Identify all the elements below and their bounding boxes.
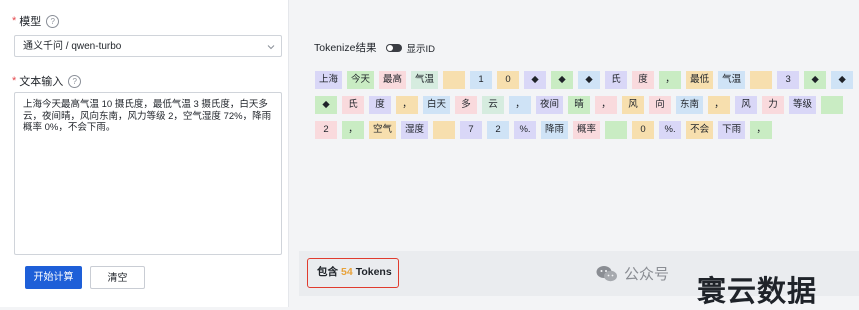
token-count-value: 54 (341, 266, 353, 278)
token-chip: ◆ (315, 96, 337, 114)
model-label: 模型 (19, 16, 42, 28)
text-input-area[interactable]: 上海今天最高气温 10 摄氏度，最低气温 3 摄氏度，白天多云，夜间晴，风向东南… (14, 92, 282, 255)
token-count-prefix: 包含 (317, 266, 338, 278)
token-chip: 0 (497, 71, 520, 89)
text-input-label: 文本输入 (19, 76, 64, 88)
tokenize-title: Tokenize结果 (314, 42, 377, 54)
token-chip (821, 96, 844, 114)
chevron-down-icon (267, 45, 275, 50)
token-chip: 概率 (573, 121, 601, 139)
token-chip: ◆ (831, 71, 854, 89)
token-chip: ◆ (804, 71, 827, 89)
token-count-box: 包含 54 Tokens (307, 258, 399, 288)
token-chip (443, 71, 466, 89)
token-chip: 空气 (369, 121, 397, 139)
token-chip: ， (595, 96, 618, 114)
token-chip: 风 (735, 96, 758, 114)
token-count-suffix: Tokens (355, 266, 392, 278)
token-chip: 1 (470, 71, 493, 89)
tokenize-panel: Tokenize结果 显示ID 上海 今天 最高 气温 1 0 ◆ ◆ ◆ 氏度，最低 气温 3 ◆ ◆ … (299, 13, 859, 249)
token-chip: 2 (487, 121, 510, 139)
token-chip: ◆ (578, 71, 601, 89)
token-chip: ， (509, 96, 532, 114)
token-chip: 等级 (789, 96, 817, 114)
watermark-brand: 寰云数据 (697, 274, 818, 308)
token-chip: 2 (315, 121, 337, 139)
clear-button[interactable]: 清空 (90, 266, 145, 289)
token-row-1: 上海 今天 最高 气温 1 0 ◆ ◆ ◆ 氏度，最低 气温 3 ◆ ◆ (315, 71, 854, 89)
token-chip: 度 (369, 96, 391, 114)
token-chip: 度 (632, 71, 655, 89)
token-chip: 力 (762, 96, 785, 114)
token-chip: 湿度 (401, 121, 429, 139)
token-chip: 夜间 (536, 96, 564, 114)
token-chip: ◆ (551, 71, 574, 89)
token-chip: 云 (482, 96, 505, 114)
token-chip: 晴 (568, 96, 591, 114)
token-chip: 风 (622, 96, 645, 114)
start-calculate-button[interactable]: 开始计算 (25, 266, 82, 289)
token-chip: 气温 (718, 71, 746, 89)
model-select[interactable]: 通义千问 / qwen-turbo (14, 35, 282, 57)
tokenize-header: Tokenize结果 显示ID (314, 40, 435, 55)
token-chip: 白天 (423, 96, 451, 114)
token-chip: 氏 (605, 71, 628, 89)
wechat-icon (596, 265, 617, 281)
required-mark: * (12, 75, 17, 87)
token-chip: 上海 (315, 71, 343, 89)
text-label-row: * 文本输入 ? (12, 73, 82, 89)
help-icon[interactable]: ? (68, 74, 82, 88)
token-chip: 下雨 (718, 121, 746, 139)
token-chip: 向 (649, 96, 672, 114)
token-chip: 不会 (686, 121, 714, 139)
token-chip: ， (659, 71, 682, 89)
watermark-small-text: 公众号 (624, 266, 670, 283)
token-chip: 今天 (347, 71, 375, 89)
token-chip (750, 71, 773, 89)
token-chip: 多 (455, 96, 478, 114)
token-chip: 东南 (676, 96, 704, 114)
token-chip: ， (342, 121, 364, 139)
token-chip: 氏 (342, 96, 364, 114)
token-chip: %. (659, 121, 682, 139)
token-row-3: 2，空气 湿度 7 2%. 降雨 概率 0%. 不会 下雨， (315, 121, 773, 139)
token-chip: 3 (777, 71, 800, 89)
token-chip: 最高 (379, 71, 407, 89)
token-row-2: ◆ 氏度，白天多云，夜间晴，风向东南，风力等级 (315, 96, 844, 114)
show-id-toggle[interactable] (386, 43, 403, 52)
token-chip: ， (750, 121, 773, 139)
help-icon[interactable]: ? (46, 14, 60, 28)
token-chip: 7 (460, 121, 483, 139)
show-id-label: 显示ID (406, 43, 435, 55)
token-chip (433, 121, 456, 139)
token-chip: 降雨 (541, 121, 569, 139)
required-mark: * (12, 15, 17, 27)
token-chip: ， (396, 96, 418, 114)
token-chip: %. (514, 121, 537, 139)
model-select-value: 通义千问 / qwen-turbo (23, 41, 122, 52)
watermark-channel: 公众号 (596, 263, 669, 284)
token-chip: 最低 (686, 71, 714, 89)
text-input-value: 上海今天最高气温 10 摄氏度，最低气温 3 摄氏度，白天多云，夜间晴，风向东南… (23, 99, 272, 133)
token-chip: 气温 (411, 71, 439, 89)
token-chip: ◆ (524, 71, 547, 89)
input-panel: * 模型 ? 通义千问 / qwen-turbo * 文本输入 ? 上海今天最高… (0, 0, 289, 307)
model-label-row: * 模型 ? (12, 13, 60, 29)
token-chip: 0 (632, 121, 655, 139)
token-chip (605, 121, 628, 139)
token-chip: ， (708, 96, 731, 114)
